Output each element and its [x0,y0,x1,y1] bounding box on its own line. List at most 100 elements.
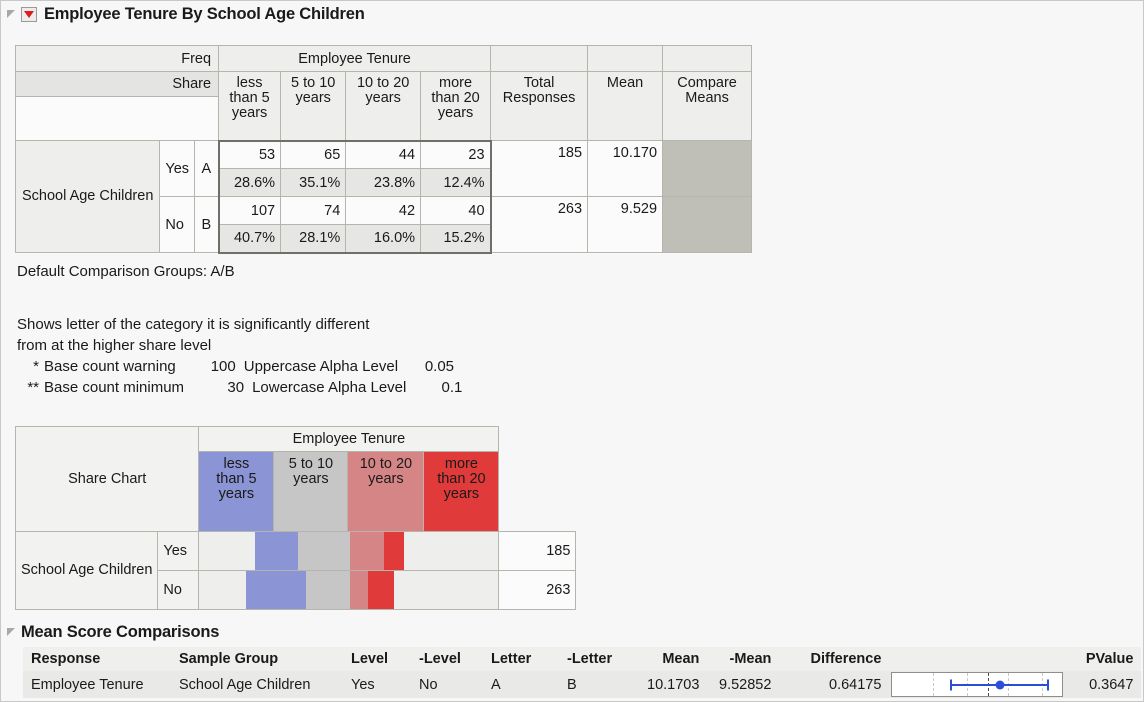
column-header-5-to-10-years: 5 to 10 years [280,71,347,141]
hdr-line: Compare [677,75,737,91]
cell-neg-letter: B [559,671,639,698]
cell-share: 28.6% [217,168,282,197]
marker: ** [27,379,39,396]
spacer-compare [662,45,753,72]
share-header-5-to-10-years: 5 to 10 years [273,451,349,532]
cell-freq: 44 [345,139,422,169]
share-chart-group-header: Employee Tenure [198,426,500,452]
section-header-employee-tenure[interactable]: Employee Tenure By School Age Children [1,1,1143,27]
column-header-mean: Mean [587,71,664,141]
table-row: School Age Children Yes 185 [14,531,577,610]
spacer-total [490,45,589,72]
col-header-neg-letter[interactable]: -Letter [559,647,639,671]
table-header-row: Response Sample Group Level -Level Lette… [23,647,1142,671]
row-letter-a: A [194,140,220,197]
cell-mean: 9.529 [587,196,664,253]
row-category-no: No [159,196,196,253]
lowercase-alpha-value: 0.1 [441,379,463,396]
cell-total-responses: 263 [490,196,589,253]
share-chart-corner-label: Share Chart [14,426,200,532]
share-bar-5-to-10-years [306,571,351,609]
cell-neg-mean: 9.52852 [707,671,780,698]
table-row: Employee Tenure School Age Children Yes … [23,671,1142,698]
cell-letter: A [483,671,559,698]
cell-share: 15.2% [420,224,492,254]
hdr-line: Responses [502,89,576,106]
base-count-warning-value: 100 [210,358,236,375]
mean-score-comparisons-table: Response Sample Group Level -Level Lette… [23,647,1142,698]
col-header-mean[interactable]: Mean [639,647,708,671]
cell-freq: 107 [217,196,282,225]
hdr-line: more [439,75,473,91]
hdr-line: years [218,486,255,503]
spacer-mean [587,45,664,72]
page-title: Employee Tenure By School Age Children [44,4,365,23]
row-letter-b: B [194,196,220,253]
label-spacer [14,96,220,119]
cell-response: Employee Tenure [23,671,171,698]
ci-gridline [933,673,935,696]
hdr-line: years [368,471,404,488]
col-header-ci-plot[interactable] [889,647,1068,671]
confidence-interval-plot [891,672,1064,697]
hdr-line: less [223,456,250,472]
hdr-line: years [443,486,480,503]
cell-pvalue: 0.3647 [1067,671,1142,698]
hdr-line: years [437,104,474,121]
col-header-response[interactable]: Response [23,647,171,671]
col-header-neg-mean[interactable]: -Mean [707,647,780,671]
share-label: Share [14,71,220,97]
uppercase-alpha-label: Uppercase Alpha Level [243,358,399,375]
hdr-line: than 5 [229,89,270,106]
col-header-sample-group[interactable]: Sample Group [171,647,343,671]
hdr-line: years [295,89,331,106]
base-count-warning-label: Base count warning [44,358,176,375]
cell-total-responses: 185 [490,140,589,197]
col-header-letter[interactable]: Letter [483,647,559,671]
hdr-line: 5 to 10 [288,456,334,472]
triangle-collapse-icon[interactable] [7,627,18,638]
col-header-neg-level[interactable]: -Level [411,647,483,671]
col-header-difference[interactable]: Difference [779,647,890,671]
significance-notes: Shows letter of the category it is signi… [17,314,462,398]
hdr-line: 10 to 20 [356,75,410,91]
cell-freq: 65 [280,139,347,169]
triangle-collapse-icon[interactable] [7,9,18,20]
column-header-total-responses: Total Responses [490,71,589,141]
ci-point-estimate [995,680,1005,689]
cell-share: 40.7% [217,224,282,254]
share-row-header-school-age-children: School Age Children [14,531,159,610]
freq-label: Freq [14,45,220,72]
mean-score-comparisons-container: Response Sample Group Level -Level Lette… [23,647,1142,698]
cell-mean: 10.170 [587,140,664,197]
cell-compare-means [662,196,753,253]
hdr-line: Means [685,89,729,106]
cell-neg-level: No [411,671,483,698]
share-bar-more-than-20-years [368,571,395,609]
hdr-line: than 5 [216,471,257,488]
section-header-mean-score-comparisons[interactable]: Mean Score Comparisons [7,619,1137,645]
hdr-line: than 20 [431,89,480,106]
notes-line-1: Shows letter of the category it is signi… [17,316,370,333]
hdr-line: more [444,456,478,472]
crosstab-container: Freq Employee Tenure Share less than 5 y… [14,45,753,254]
share-header-more-than-20-years: more than 20 years [423,451,500,532]
alpha-row-uppercase: * Base count warning 100 Uppercase Alpha… [17,356,462,377]
column-header-10-to-20-years: 10 to 20 years [345,71,422,141]
col-header-pvalue[interactable]: PValue [1067,647,1142,671]
hdr-line: Total [523,75,555,91]
cell-share: 12.4% [420,168,492,197]
section2-title: Mean Score Comparisons [21,622,220,641]
red-triangle-menu-icon[interactable] [21,6,37,22]
base-count-minimum-value: 30 [227,379,245,396]
cell-share: 16.0% [345,224,422,254]
jmp-report-window: Employee Tenure By School Age Children F… [0,0,1144,702]
col-header-level[interactable]: Level [343,647,411,671]
share-header-10-to-20-years: 10 to 20 years [347,451,425,532]
table-row: School Age Children Yes A 53 65 44 23 18… [14,139,753,253]
cell-freq: 42 [345,196,422,225]
share-header-less-than-5-years: less than 5 years [198,451,275,532]
group-header-employee-tenure: Employee Tenure [218,45,492,72]
notes-line-2: from at the higher share level [17,337,212,354]
cell-level: Yes [343,671,411,698]
